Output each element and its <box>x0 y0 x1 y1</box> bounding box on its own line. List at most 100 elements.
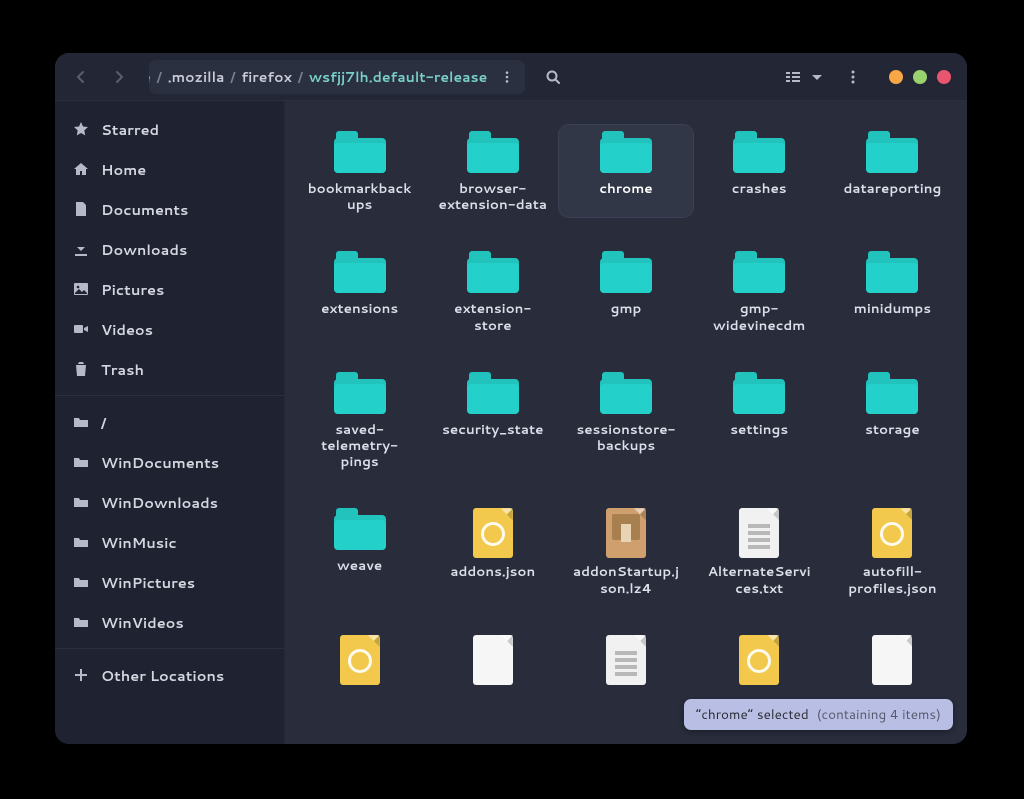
folder-item[interactable]: saved-telemetry-pings <box>293 366 426 475</box>
file-item[interactable] <box>693 629 826 695</box>
folder-item[interactable]: security_state <box>426 366 559 475</box>
item-label: crashes <box>732 181 787 197</box>
folder-icon <box>866 131 918 173</box>
folder-item[interactable]: browser-extension-data <box>426 125 559 217</box>
folder-item[interactable]: sessionstore-backups <box>559 366 692 475</box>
file-item[interactable] <box>426 629 559 695</box>
sidebar-item[interactable]: Downloads <box>55 229 284 269</box>
sidebar-item[interactable]: Home <box>55 149 284 189</box>
headerbar: ne/.mozilla/firefox/wsfjj7lh.default-rel… <box>55 53 967 101</box>
item-label: chrome <box>599 181 652 197</box>
sidebar-item[interactable]: Videos <box>55 309 284 349</box>
folder-item[interactable]: minidumps <box>826 245 959 337</box>
sidebar-item-label: Documents <box>101 199 188 220</box>
item-label: saved-telemetry-pings <box>305 422 415 471</box>
window-minimize[interactable] <box>889 70 903 84</box>
breadcrumb-segment[interactable]: wsfjj7lh.default-release <box>303 67 493 87</box>
folder-item[interactable]: weave <box>293 502 426 600</box>
folder-icon <box>866 372 918 414</box>
item-label: gmp <box>611 301 642 317</box>
breadcrumb-segment[interactable]: .mozilla <box>162 67 231 87</box>
folder-icon <box>733 131 785 173</box>
file-icon <box>872 635 912 685</box>
item-label: bookmarkbackups <box>305 181 415 213</box>
status-detail: (containing 4 items) <box>817 705 941 724</box>
folder-item[interactable]: extension-store <box>426 245 559 337</box>
sidebar-item[interactable]: / <box>55 402 284 442</box>
status-main: “chrome” selected <box>696 705 809 724</box>
file-icon <box>340 635 380 685</box>
content-area: bookmarkbackups browser-extension-data chr… <box>285 101 967 744</box>
sidebar-item[interactable]: WinVideos <box>55 602 284 642</box>
file-item[interactable]: addonStartup.json.lz4 <box>559 502 692 600</box>
item-label: datareporting <box>843 181 941 197</box>
file-icon <box>473 635 513 685</box>
folder-icon <box>334 508 386 550</box>
folder-item[interactable]: gmp <box>559 245 692 337</box>
item-label: addons.json <box>450 564 535 580</box>
sidebar-item[interactable]: Pictures <box>55 269 284 309</box>
sidebar-item[interactable]: Documents <box>55 189 284 229</box>
folder-item[interactable]: gmp-widevinecdm <box>693 245 826 337</box>
file-icon <box>739 508 779 558</box>
forward-button[interactable] <box>103 61 135 93</box>
folder-item[interactable]: bookmarkbackups <box>293 125 426 217</box>
sidebar-other-locations[interactable]: Other Locations <box>55 655 284 695</box>
file-icon <box>473 508 513 558</box>
breadcrumb-menu[interactable] <box>493 63 521 91</box>
view-mode-dropdown[interactable] <box>779 61 831 93</box>
sidebar-item[interactable]: WinDocuments <box>55 442 284 482</box>
folder-icon <box>334 131 386 173</box>
file-icon <box>606 508 646 558</box>
sidebar-item-label: Trash <box>101 359 144 380</box>
breadcrumb[interactable]: ne/.mozilla/firefox/wsfjj7lh.default-rel… <box>149 60 525 94</box>
sidebar-item-label: Home <box>101 159 146 180</box>
sidebar-item-label: Starred <box>101 119 159 140</box>
hamburger-menu[interactable] <box>837 61 869 93</box>
sidebar-item[interactable]: WinDownloads <box>55 482 284 522</box>
item-label: AlternateServices.txt <box>704 564 814 596</box>
folder-icon <box>334 251 386 293</box>
folder-icon <box>733 372 785 414</box>
file-item[interactable]: AlternateServices.txt <box>693 502 826 600</box>
sidebar-item[interactable]: WinPictures <box>55 562 284 602</box>
folder-icon <box>467 372 519 414</box>
folder-item[interactable]: datareporting <box>826 125 959 217</box>
file-item[interactable]: autofill-profiles.json <box>826 502 959 600</box>
folder-item[interactable]: settings <box>693 366 826 475</box>
status-bar: “chrome” selected (containing 4 items) <box>684 699 953 730</box>
folder-icon <box>467 131 519 173</box>
item-label: gmp-widevinecdm <box>704 301 814 333</box>
item-label: browser-extension-data <box>438 181 548 213</box>
item-label: extensions <box>321 301 398 317</box>
sidebar-item-label: Pictures <box>101 279 164 300</box>
file-item[interactable] <box>293 629 426 695</box>
back-button[interactable] <box>65 61 97 93</box>
file-item[interactable] <box>559 629 692 695</box>
sidebar-item[interactable]: WinMusic <box>55 522 284 562</box>
item-label: sessionstore-backups <box>571 422 681 454</box>
folder-item[interactable]: crashes <box>693 125 826 217</box>
folder-icon <box>600 251 652 293</box>
file-item[interactable]: addons.json <box>426 502 559 600</box>
item-label: storage <box>865 422 920 438</box>
window-close[interactable] <box>937 70 951 84</box>
sidebar-item-label: / <box>101 412 106 433</box>
folder-item[interactable]: chrome <box>559 125 692 217</box>
icon-grid[interactable]: bookmarkbackups browser-extension-data chr… <box>285 101 967 744</box>
breadcrumb-segment[interactable]: ne <box>149 67 157 87</box>
file-manager-window: ne/.mozilla/firefox/wsfjj7lh.default-rel… <box>55 53 967 744</box>
search-button[interactable] <box>537 61 569 93</box>
sidebar-item-label: WinDocuments <box>101 452 219 473</box>
item-label: security_state <box>442 422 543 438</box>
folder-item[interactable]: extensions <box>293 245 426 337</box>
sidebar-item[interactable]: Trash <box>55 349 284 389</box>
sidebar-item[interactable]: Starred <box>55 109 284 149</box>
breadcrumb-segment[interactable]: firefox <box>235 67 297 87</box>
window-maximize[interactable] <box>913 70 927 84</box>
file-icon <box>606 635 646 685</box>
file-item[interactable] <box>826 629 959 695</box>
sidebar-item-label: Other Locations <box>101 665 224 686</box>
folder-item[interactable]: storage <box>826 366 959 475</box>
sidebar-item-label: WinDownloads <box>101 492 218 513</box>
